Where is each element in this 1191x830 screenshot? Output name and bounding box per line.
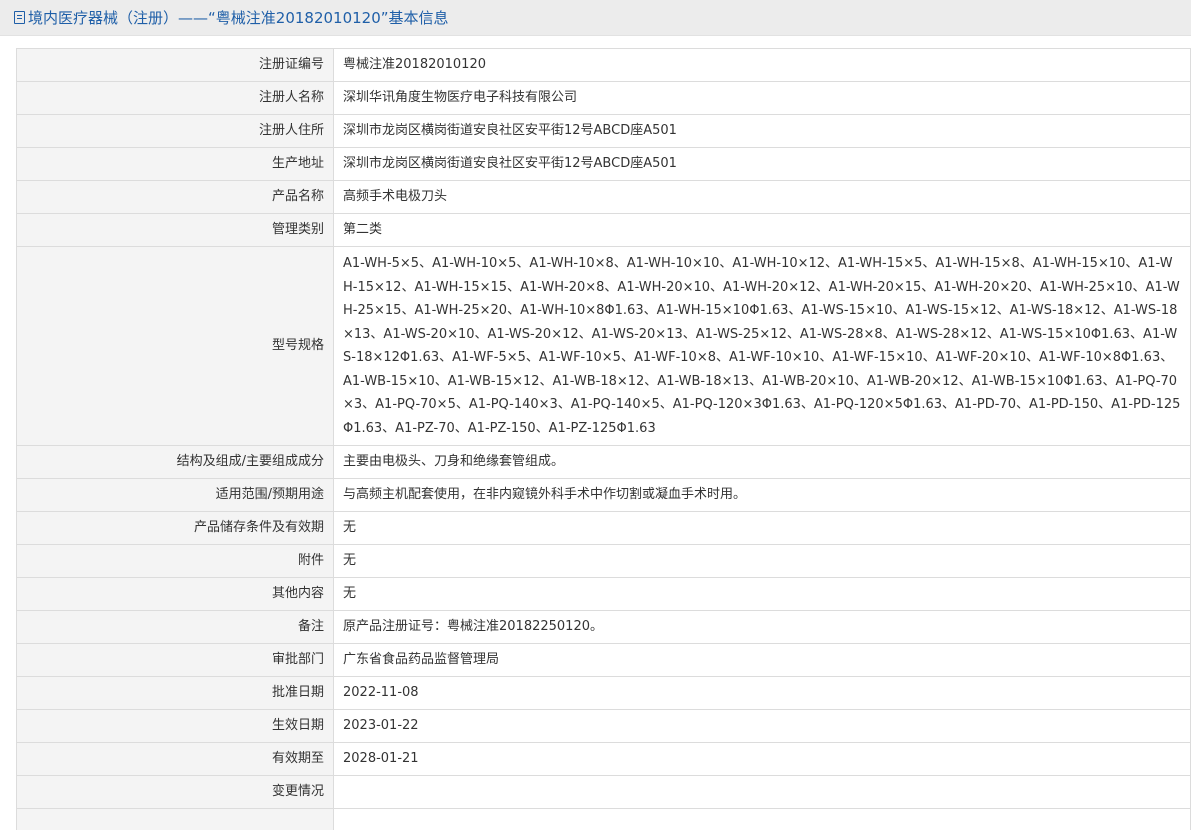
table-row: 型号规格 A1-WH-5×5、A1-WH-10×5、A1-WH-10×8、A1-… — [16, 246, 1191, 446]
field-value: 高频手术电极刀头 — [333, 180, 1191, 214]
field-value: 第二类 — [333, 213, 1191, 247]
field-value: 深圳市龙岗区横岗街道安良社区安平街12号ABCD座A501 — [333, 114, 1191, 148]
field-label: 产品名称 — [16, 180, 334, 214]
field-label: 其他内容 — [16, 577, 334, 611]
table-row: 注册人名称 深圳华讯角度生物医疗电子科技有限公司 — [16, 81, 1191, 115]
field-label: 生产地址 — [16, 147, 334, 181]
info-table: 注册证编号 粤械注准20182010120 注册人名称 深圳华讯角度生物医疗电子… — [16, 48, 1191, 830]
field-value: 无 — [333, 577, 1191, 611]
field-label: 备注 — [16, 610, 334, 644]
field-value — [333, 775, 1191, 809]
field-value: 2022-11-08 — [333, 676, 1191, 710]
field-label: 适用范围/预期用途 — [16, 478, 334, 512]
table-row: 附件 无 — [16, 544, 1191, 578]
field-label: 审批部门 — [16, 643, 334, 677]
field-label: 有效期至 — [16, 742, 334, 776]
field-label: 注册人名称 — [16, 81, 334, 115]
page-title: 境内医疗器械（注册）——“粤械注准20182010120”基本信息 — [28, 9, 449, 27]
table-row: 变更情况 — [16, 775, 1191, 809]
field-value: 2028-01-21 — [333, 742, 1191, 776]
table-row: 有效期至 2028-01-21 — [16, 742, 1191, 776]
table-row: 产品储存条件及有效期 无 — [16, 511, 1191, 545]
field-label: 附件 — [16, 544, 334, 578]
field-label: 注册证编号 — [16, 48, 334, 82]
field-value: 无 — [333, 544, 1191, 578]
field-label: 注册人住所 — [16, 114, 334, 148]
table-row: 批准日期 2022-11-08 — [16, 676, 1191, 710]
field-label: 批准日期 — [16, 676, 334, 710]
field-label: 型号规格 — [16, 246, 334, 446]
field-value: 2023-01-22 — [333, 709, 1191, 743]
field-value: 深圳市龙岗区横岗街道安良社区安平街12号ABCD座A501 — [333, 147, 1191, 181]
page-header: 境内医疗器械（注册）——“粤械注准20182010120”基本信息 — [0, 0, 1191, 36]
field-value: 广东省食品药品监督管理局 — [333, 643, 1191, 677]
table-row — [16, 808, 1191, 830]
table-row: 结构及组成/主要组成成分 主要由电极头、刀身和绝缘套管组成。 — [16, 445, 1191, 479]
field-value: A1-WH-5×5、A1-WH-10×5、A1-WH-10×8、A1-WH-10… — [333, 246, 1191, 446]
field-value: 与高频主机配套使用，在非内窥镜外科手术中作切割或凝血手术时用。 — [333, 478, 1191, 512]
table-row: 备注 原产品注册证号：粤械注准20182250120。 — [16, 610, 1191, 644]
field-label: 结构及组成/主要组成成分 — [16, 445, 334, 479]
field-value: 深圳华讯角度生物医疗电子科技有限公司 — [333, 81, 1191, 115]
table-row: 生效日期 2023-01-22 — [16, 709, 1191, 743]
table-row: 注册人住所 深圳市龙岗区横岗街道安良社区安平街12号ABCD座A501 — [16, 114, 1191, 148]
field-label: 产品储存条件及有效期 — [16, 511, 334, 545]
field-value: 主要由电极头、刀身和绝缘套管组成。 — [333, 445, 1191, 479]
table-row: 其他内容 无 — [16, 577, 1191, 611]
field-value — [333, 808, 1191, 830]
table-row: 产品名称 高频手术电极刀头 — [16, 180, 1191, 214]
table-row: 适用范围/预期用途 与高频主机配套使用，在非内窥镜外科手术中作切割或凝血手术时用… — [16, 478, 1191, 512]
table-row: 生产地址 深圳市龙岗区横岗街道安良社区安平街12号ABCD座A501 — [16, 147, 1191, 181]
field-label: 生效日期 — [16, 709, 334, 743]
field-value: 粤械注准20182010120 — [333, 48, 1191, 82]
info-table-container: 注册证编号 粤械注准20182010120 注册人名称 深圳华讯角度生物医疗电子… — [16, 48, 1191, 830]
field-value: 无 — [333, 511, 1191, 545]
document-icon — [14, 11, 25, 24]
field-label — [16, 808, 334, 830]
field-label: 管理类别 — [16, 213, 334, 247]
table-row: 注册证编号 粤械注准20182010120 — [16, 48, 1191, 82]
table-row: 审批部门 广东省食品药品监督管理局 — [16, 643, 1191, 677]
field-value: 原产品注册证号：粤械注准20182250120。 — [333, 610, 1191, 644]
table-row: 管理类别 第二类 — [16, 213, 1191, 247]
field-label: 变更情况 — [16, 775, 334, 809]
